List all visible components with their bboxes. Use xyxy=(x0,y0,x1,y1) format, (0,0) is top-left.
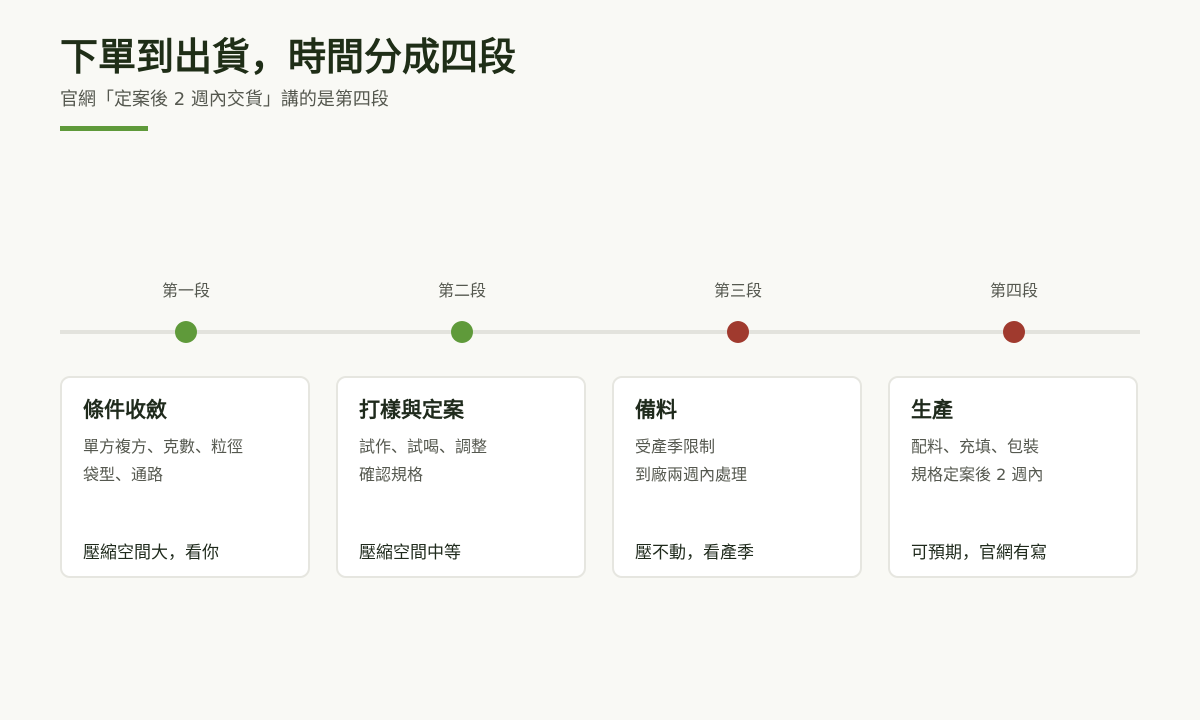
stage-card-1: 條件收斂 單方複方、克數、粒徑 袋型、通路 壓縮空間大，看你 xyxy=(60,376,310,578)
stage-card-4: 生產 配料、充填、包裝 規格定案後 2 週內 可預期，官網有寫 xyxy=(888,376,1138,578)
stage-detail-4b: 規格定案後 2 週內 xyxy=(911,465,1044,484)
stage-marker-1 xyxy=(175,321,197,343)
stage-detail-2b: 確認規格 xyxy=(359,465,424,484)
timeline-track xyxy=(60,330,1140,334)
stage-note-2: 壓縮空間中等 xyxy=(359,543,461,563)
stage-detail-3a: 受產季限制 xyxy=(635,437,716,456)
page-title: 下單到出貨，時間分成四段 xyxy=(60,35,517,79)
stage-title-1: 條件收斂 xyxy=(83,398,167,422)
stage-title-4: 生產 xyxy=(911,398,953,422)
stage-note-3: 壓不動，看產季 xyxy=(635,543,754,563)
stage-label-4: 第四段 xyxy=(989,281,1038,300)
title-underline xyxy=(60,126,148,131)
stage-detail-1a: 單方複方、克數、粒徑 xyxy=(83,437,244,456)
stage-card-3: 備料 受產季限制 到廠兩週內處理 壓不動，看產季 xyxy=(612,376,862,578)
stage-marker-3 xyxy=(727,321,749,343)
stage-note-4: 可預期，官網有寫 xyxy=(911,543,1047,563)
stage-note-1: 壓縮空間大，看你 xyxy=(83,543,219,563)
stage-marker-2 xyxy=(451,321,473,343)
stage-label-1: 第一段 xyxy=(161,281,210,300)
stage-detail-1b: 袋型、通路 xyxy=(83,465,164,484)
page-subtitle: 官網「定案後 2 週內交貨」講的是第四段 xyxy=(60,89,389,110)
stage-marker-4 xyxy=(1003,321,1025,343)
stage-detail-4a: 配料、充填、包裝 xyxy=(911,437,1040,456)
stage-label-3: 第三段 xyxy=(713,281,762,300)
stage-detail-3b: 到廠兩週內處理 xyxy=(635,465,748,484)
page: 下單到出貨，時間分成四段 官網「定案後 2 週內交貨」講的是第四段 第一段 條件… xyxy=(0,0,1200,720)
stage-title-3: 備料 xyxy=(635,398,677,422)
stage-title-2: 打樣與定案 xyxy=(359,398,464,422)
stage-detail-2a: 試作、試喝、調整 xyxy=(359,437,488,456)
stage-label-2: 第二段 xyxy=(437,281,486,300)
stage-card-2: 打樣與定案 試作、試喝、調整 確認規格 壓縮空間中等 xyxy=(336,376,586,578)
